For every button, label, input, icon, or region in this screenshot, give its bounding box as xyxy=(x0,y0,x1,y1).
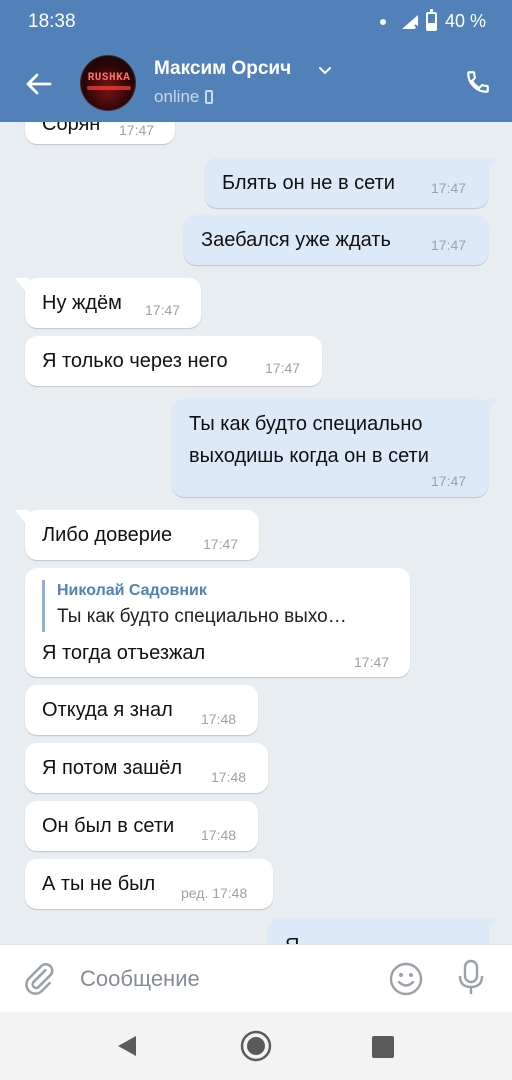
message-bubble-incoming[interactable]: Откуда я знал 17:48 xyxy=(25,685,258,735)
message-text-line-2: выходишь когда он в сети xyxy=(189,445,429,467)
signal-icon xyxy=(401,14,421,31)
notification-dot-icon xyxy=(379,18,386,25)
phone-icon xyxy=(467,71,489,93)
bubble-tail xyxy=(484,399,498,417)
reply-quote[interactable]: Николай Садовник Ты как будто специально… xyxy=(42,580,347,632)
message-bubble-outgoing[interactable]: Блять он не в сети 17:47 xyxy=(205,158,498,208)
message-text: Я xyxy=(285,930,299,944)
emoji-icon[interactable] xyxy=(388,961,424,997)
message-time: 17:47 xyxy=(354,654,390,670)
message-bubble-incoming[interactable]: А ты не был ред. 17:48 xyxy=(25,859,273,909)
message-list[interactable]: Сорян 17:47 Блять он не в сети 17:47 Зае… xyxy=(0,122,512,944)
battery-fill xyxy=(427,23,435,29)
message-text: Ну ждём xyxy=(42,292,122,314)
nav-recents-icon[interactable] xyxy=(372,1036,394,1058)
message-time: 17:48 xyxy=(201,711,237,727)
nav-home-icon[interactable] xyxy=(240,1030,272,1062)
mobile-device-icon xyxy=(205,90,214,104)
status-indicators: 40 % xyxy=(379,9,486,32)
bubble-tail xyxy=(484,918,498,936)
message-time: 17:47 xyxy=(119,122,155,138)
message-bubble-incoming[interactable]: Сорян 17:47 xyxy=(25,122,175,144)
message-bubble-incoming[interactable]: Либо доверие 17:47 xyxy=(15,510,259,560)
message-bubble-incoming[interactable]: Он был в сети 17:48 xyxy=(25,801,258,851)
avatar-logo-text: RUSHKA xyxy=(87,72,131,84)
status-time: 18:38 xyxy=(28,11,76,32)
message-time: 17:47 xyxy=(431,473,467,489)
message-time: 17:48 xyxy=(211,769,247,785)
message-time: ред. 17:48 xyxy=(181,885,248,901)
nav-back-icon[interactable] xyxy=(114,1034,140,1058)
message-text: Он был в сети xyxy=(42,815,175,837)
message-bubble-incoming[interactable]: Я только через него 17:47 xyxy=(25,336,322,386)
message-time: 17:47 xyxy=(265,360,301,376)
bubble-tail xyxy=(484,158,498,176)
status-bar: 18:38 40 % xyxy=(0,0,512,44)
message-text: Я только через него xyxy=(42,350,228,372)
message-time: 17:48 xyxy=(201,827,237,843)
message-bubble-outgoing[interactable]: Ты как будто специально выходишь когда о… xyxy=(172,399,498,497)
app-header: 18:38 40 % RUSHKA Максим Орсич online xyxy=(0,0,512,122)
message-text: Я потом зашёл xyxy=(42,757,183,779)
reply-author: Николай Садовник xyxy=(57,582,207,599)
battery-percent: 40 % xyxy=(444,11,486,31)
message-time: 17:47 xyxy=(145,302,181,318)
bubble-tail xyxy=(15,278,29,296)
message-bubble-incoming[interactable]: Я потом зашёл 17:48 xyxy=(25,743,268,793)
call-button[interactable] xyxy=(462,66,494,98)
avatar[interactable]: RUSHKA xyxy=(80,55,136,111)
battery-icon xyxy=(425,9,437,31)
message-text: Я тогда отъезжал xyxy=(42,642,206,664)
message-time: 17:47 xyxy=(431,180,467,196)
message-text: Заебался уже ждать xyxy=(201,229,391,251)
chat-toolbar: RUSHKA Максим Орсич online xyxy=(0,44,512,122)
contact-name[interactable]: Максим Орсич xyxy=(154,58,291,80)
message-bubble-outgoing[interactable]: Заебался уже ждать 17:47 xyxy=(184,215,488,265)
message-text: А ты не был xyxy=(42,873,156,895)
message-text: Откуда я знал xyxy=(42,699,173,721)
reply-text: Ты как будто специально выхо… xyxy=(57,606,347,627)
avatar-glow xyxy=(87,86,131,90)
back-button[interactable] xyxy=(16,64,60,104)
message-text: Либо доверие xyxy=(42,524,173,546)
message-bubble-incoming[interactable]: Ну ждём 17:47 xyxy=(15,278,201,328)
message-text: Сорян xyxy=(42,122,101,135)
message-bubble-outgoing[interactable]: Я xyxy=(268,918,498,944)
online-status-text: online xyxy=(154,87,200,106)
message-input[interactable] xyxy=(80,955,370,1003)
message-bubble-incoming-reply[interactable]: Николай Садовник Ты как будто специально… xyxy=(25,568,410,677)
paperclip-icon[interactable] xyxy=(22,961,56,995)
contact-status: online xyxy=(154,87,214,107)
chevron-down-icon[interactable] xyxy=(318,66,332,76)
message-time: 17:47 xyxy=(203,536,239,552)
message-text: Блять он не в сети xyxy=(222,172,395,194)
back-arrow-icon xyxy=(26,73,52,95)
bubble-tail xyxy=(15,510,29,528)
message-input-bar xyxy=(0,944,512,1012)
microphone-icon[interactable] xyxy=(456,959,486,997)
system-navigation-bar xyxy=(0,1012,512,1080)
message-text-line-1: Ты как будто специально xyxy=(189,413,423,435)
message-time: 17:47 xyxy=(431,237,467,253)
